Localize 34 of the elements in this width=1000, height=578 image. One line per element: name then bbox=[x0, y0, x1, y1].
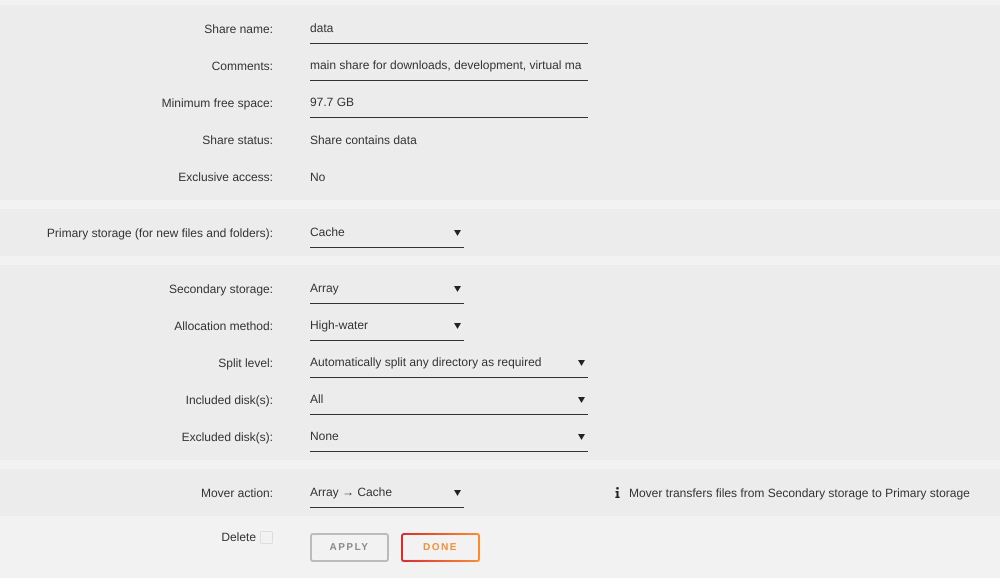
field-label: Comments: bbox=[210, 58, 273, 72]
select-dropdown[interactable]: None bbox=[310, 426, 588, 452]
field-label: Minimum free space: bbox=[160, 96, 273, 110]
caret-icon bbox=[578, 358, 585, 366]
info-text: Mover transfers files from Secondary storage to Primary storage bbox=[629, 486, 970, 500]
field-label: Exclusive access: bbox=[177, 170, 273, 184]
field-label: Share status: bbox=[201, 132, 273, 146]
field-label: Split level: bbox=[217, 356, 273, 370]
text-field[interactable]: data bbox=[310, 18, 588, 44]
info-icon bbox=[615, 487, 620, 498]
field-label: Secondary storage: bbox=[168, 282, 273, 296]
value-text: No bbox=[310, 170, 326, 184]
caret-icon bbox=[578, 432, 585, 440]
caret-icon bbox=[454, 322, 461, 328]
field-label: Allocation method: bbox=[173, 318, 273, 332]
select-dropdown[interactable]: Cache bbox=[310, 222, 464, 248]
caret-icon bbox=[454, 284, 461, 292]
select-dropdown[interactable]: Array bbox=[310, 278, 464, 304]
caret-icon bbox=[578, 396, 585, 402]
field-label: Share name: bbox=[203, 22, 273, 36]
caret-icon bbox=[454, 228, 461, 236]
text-field[interactable]: 97.7 GB bbox=[310, 92, 588, 118]
field-label: Included disk(s): bbox=[184, 392, 273, 406]
value-text: Share contains data bbox=[310, 132, 417, 146]
field-label: Primary storage (for new files and folders): bbox=[46, 226, 273, 240]
select-dropdown[interactable]: High-water bbox=[310, 314, 464, 340]
caret-icon bbox=[454, 488, 461, 496]
field-label: Excluded disk(s): bbox=[180, 430, 273, 444]
select-dropdown[interactable]: Array → Cache bbox=[310, 482, 464, 508]
field-label: Mover action: bbox=[200, 486, 273, 500]
text-field[interactable]: main share for downloads, development, virtual ma bbox=[310, 54, 588, 80]
select-dropdown[interactable]: Automatically split any directory as required bbox=[310, 352, 588, 378]
select-dropdown[interactable]: All bbox=[310, 388, 588, 414]
delete-label: Delete bbox=[221, 530, 256, 544]
